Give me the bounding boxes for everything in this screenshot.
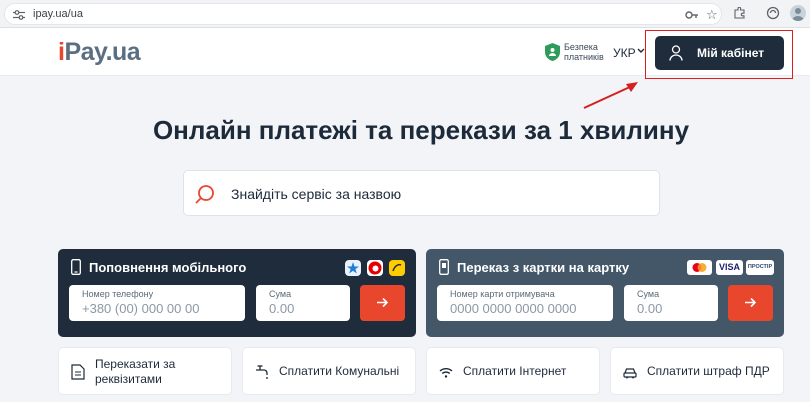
transfer-submit-button[interactable] [728,285,773,321]
url-text[interactable]: ipay.ua/ua [33,8,83,20]
mastercard-icon [687,260,712,275]
extensions-icon[interactable] [734,7,746,19]
highlight-frame [645,30,793,79]
transfer-amount-field[interactable]: Сума 0.00 [624,285,718,321]
mobile-amount-field[interactable]: Сума 0.00 [256,285,350,321]
amount-field-placeholder: 0.00 [269,301,295,316]
service-label: Сплатити Комунальні [279,364,400,378]
vodafone-icon[interactable] [367,260,383,276]
service-label-line1: Переказати за [95,357,176,371]
shield-icon[interactable] [545,43,560,61]
pay-utilities-button[interactable]: Сплатити Комунальні [242,347,416,395]
ipay-logo[interactable]: iPay.ua [58,38,141,67]
faucet-icon [256,365,268,379]
search-placeholder: Знайдіть сервіс за назвою [231,186,402,202]
mobile-submit-button[interactable] [360,285,405,321]
card-transfer-card: Переказ з картки на картку VISA ПРОСТІР … [426,249,784,337]
address-bar[interactable]: ipay.ua/ua ☆ [4,3,722,25]
car-icon [623,368,637,379]
service-label: Сплатити штраф ПДР [647,364,770,378]
chevron-down-icon[interactable] [637,48,645,54]
service-label: Сплатити Інтернет [463,364,567,378]
payer-security-link[interactable]: Безпека платників [564,42,604,62]
browser-toolbar: ipay.ua/ua ☆ [0,0,810,28]
security-line-1: Безпека [564,42,598,52]
profile-avatar-icon[interactable] [790,5,806,21]
card-field-label: Номер карти отримувача [450,289,555,299]
pay-traffic-fine-button[interactable]: Сплатити штраф ПДР [610,347,784,395]
wifi-icon [439,368,453,378]
pay-internet-button[interactable]: Сплатити Інтернет [426,347,600,395]
arrow-right-icon [377,297,389,308]
search-icon [195,185,214,204]
transfer-card-title: Переказ з картки на картку [457,260,630,275]
language-selector[interactable]: УКР [613,46,636,60]
password-key-icon[interactable] [685,10,699,20]
prostir-badge: ПРОСТІР [746,260,774,275]
arrow-right-icon [745,297,757,308]
recipient-card-field[interactable]: Номер карти отримувача 0000 0000 0000 00… [437,285,613,321]
sync-icon[interactable] [766,6,780,20]
transfer-amount-placeholder: 0.00 [637,301,663,316]
amount-field-label: Сума [269,289,292,299]
page-title: Онлайн платежі та перекази за 1 хвилину [152,115,690,145]
security-line-2: платників [564,52,604,62]
service-search-input[interactable]: Знайдіть сервіс за назвою [183,170,660,216]
lifecell-icon[interactable] [389,260,405,276]
phone-field-placeholder: +380 (00) 000 00 00 [82,301,200,316]
visa-badge: VISA [716,260,743,275]
kyivstar-icon[interactable] [345,260,361,276]
document-icon [71,364,85,380]
annotation-arrow-icon [583,82,638,109]
card-phone-icon [439,259,449,275]
service-label: Переказати за реквізитами [95,357,175,387]
phone-icon [71,259,81,275]
transfer-amount-label: Сума [637,289,660,299]
site-settings-icon[interactable] [13,10,25,20]
phone-field-label: Номер телефону [82,289,154,299]
phone-number-field[interactable]: Номер телефону +380 (00) 000 00 00 [69,285,245,321]
mobile-topup-card: Поповнення мобільного Номер телефону +38… [58,249,416,337]
service-label-line2: реквізитами [95,372,162,386]
logo-text: Pay.ua [64,38,141,66]
mobile-card-title: Поповнення мобільного [89,260,247,275]
pay-by-details-button[interactable]: Переказати за реквізитами [58,347,232,395]
card-field-placeholder: 0000 0000 0000 0000 [450,301,577,316]
bookmark-star-icon[interactable]: ☆ [706,8,718,22]
